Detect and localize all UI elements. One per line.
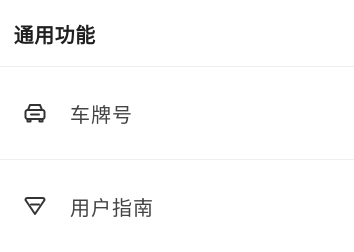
section-header: 通用功能 bbox=[0, 0, 354, 66]
car-icon bbox=[22, 100, 48, 126]
section-title: 通用功能 bbox=[14, 22, 96, 47]
guide-shield-icon bbox=[22, 193, 48, 219]
menu-item-license-plate[interactable]: 车牌号 bbox=[0, 67, 354, 159]
menu-item-user-guide[interactable]: 用户指南 bbox=[0, 160, 354, 252]
general-functions-section: 通用功能 车牌号 用户指南 bbox=[0, 0, 354, 252]
menu-item-label: 用户指南 bbox=[70, 195, 154, 220]
menu-item-label: 车牌号 bbox=[70, 102, 133, 127]
